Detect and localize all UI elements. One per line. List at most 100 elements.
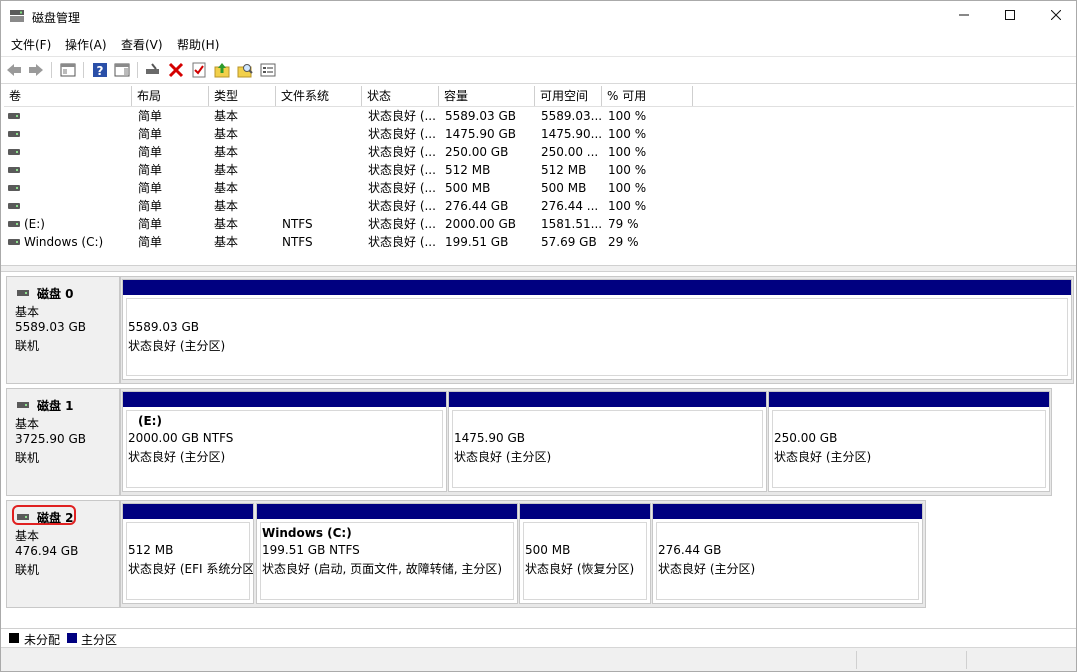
- connect-icon[interactable]: [144, 61, 162, 79]
- cell-free-space: 57.69 GB: [541, 235, 597, 249]
- partition[interactable]: 250.00 GB 状态良好 (主分区): [768, 391, 1050, 492]
- partition-efi[interactable]: 512 MB 状态良好 (EFI 系统分区): [122, 503, 254, 604]
- partition[interactable]: 5589.03 GB 状态良好 (主分区): [122, 279, 1072, 380]
- forward-arrow-icon[interactable]: [27, 61, 45, 79]
- list-header: 卷 布局 类型 文件系统 状态 容量 可用空间 % 可用: [4, 86, 1074, 107]
- cell-capacity: 199.51 GB: [445, 235, 509, 249]
- disk-map: 磁盘 0 基本 5589.03 GB 联机 5589.03 GB 状态良好 (主…: [4, 273, 1074, 625]
- disk-size: 5589.03 GB: [15, 320, 86, 334]
- partition-status: 状态良好 (恢复分区): [525, 562, 635, 576]
- table-row[interactable]: 简单 基本 状态良好 (... 250.00 GB 250.00 ... 100 %: [4, 143, 1074, 161]
- close-button[interactable]: [1033, 1, 1076, 32]
- cell-free-space: 276.44 ...: [541, 199, 599, 213]
- menu-bar: 文件(F) 操作(A) 查看(V) 帮助(H): [1, 33, 1076, 55]
- column-header-filesystem[interactable]: 文件系统: [276, 86, 362, 106]
- cell-percent-free: 100 %: [608, 181, 647, 195]
- partition[interactable]: 276.44 GB 状态良好 (主分区): [652, 503, 923, 604]
- pane-splitter[interactable]: [1, 265, 1076, 272]
- cell-type: 基本: [214, 235, 239, 249]
- partition-body: [126, 298, 1068, 376]
- column-header-volume[interactable]: 卷: [4, 86, 132, 106]
- help-icon[interactable]: ?: [91, 61, 109, 79]
- check-icon[interactable]: [190, 61, 208, 79]
- console-tree-icon[interactable]: [59, 61, 77, 79]
- cell-type: 基本: [214, 109, 239, 123]
- cell-filesystem: [282, 107, 362, 125]
- column-header-free-space[interactable]: 可用空间: [535, 86, 602, 106]
- column-header-layout[interactable]: 布局: [132, 86, 209, 106]
- cell-capacity: 250.00 GB: [445, 145, 509, 159]
- disk-1-label[interactable]: 磁盘 1 基本 3725.90 GB 联机: [6, 388, 120, 496]
- disk-icon: [17, 514, 29, 520]
- menu-view[interactable]: 查看(V): [121, 36, 163, 53]
- cell-status: 状态良好 (...: [368, 217, 436, 231]
- table-row[interactable]: Windows (C:) 简单 基本 NTFS 状态良好 (... 199.51 GB 57…: [4, 233, 1074, 251]
- cell-filesystem: NTFS: [282, 217, 313, 231]
- partition[interactable]: 1475.90 GB 状态良好 (主分区): [448, 391, 767, 492]
- table-row[interactable]: 简单 基本 状态良好 (... 276.44 GB 276.44 ... 100 %: [4, 197, 1074, 215]
- partition-recovery[interactable]: 500 MB 状态良好 (恢复分区): [519, 503, 651, 604]
- partition-c[interactable]: Windows (C:) 199.51 GB NTFS 状态良好 (启动, 页面…: [256, 503, 518, 604]
- cell-status: 状态良好 (...: [368, 163, 436, 177]
- menu-help[interactable]: 帮助(H): [177, 36, 219, 53]
- primary-partition-bar: [123, 280, 1071, 295]
- disk-icon: [17, 290, 29, 296]
- primary-partition-bar: [769, 392, 1049, 407]
- title-bar: 磁盘管理: [1, 1, 1076, 32]
- disk-icon: [17, 402, 29, 408]
- menu-action[interactable]: 操作(A): [65, 36, 107, 53]
- search-folder-icon[interactable]: [236, 61, 254, 79]
- partition-status: 状态良好 (主分区): [128, 450, 226, 464]
- column-header-type[interactable]: 类型: [209, 86, 276, 106]
- cell-free-space: 500 MB: [541, 181, 587, 195]
- cell-capacity: 2000.00 GB: [445, 217, 516, 231]
- partition-size: 1475.90 GB: [454, 431, 525, 445]
- partition-e[interactable]: (E:) 2000.00 GB NTFS 状态良好 (主分区): [122, 391, 447, 492]
- volume-icon: [8, 239, 20, 245]
- disk-2-label[interactable]: 磁盘 2 基本 476.94 GB 联机: [6, 500, 120, 608]
- svg-text:?: ?: [97, 64, 104, 78]
- table-row[interactable]: 简单 基本 状态良好 (... 512 MB 512 MB 100 %: [4, 161, 1074, 179]
- disk-type: 基本: [15, 305, 40, 319]
- cell-layout: 简单: [138, 163, 163, 177]
- maximize-button[interactable]: [987, 1, 1033, 32]
- cell-layout: 简单: [138, 199, 163, 213]
- cell-volume: [24, 179, 132, 197]
- volume-icon: [8, 221, 20, 227]
- minimize-button[interactable]: [941, 1, 987, 32]
- volume-icon: [8, 203, 20, 209]
- volume-icon: [8, 131, 20, 137]
- menu-file[interactable]: 文件(F): [11, 36, 51, 53]
- disk-type: 基本: [15, 529, 40, 543]
- cell-volume: [24, 197, 132, 215]
- cell-volume: (E:): [24, 217, 45, 231]
- delete-icon[interactable]: [167, 61, 185, 79]
- disk-state: 联机: [15, 339, 40, 353]
- disk-name: 磁盘 0: [37, 287, 74, 301]
- column-header-status[interactable]: 状态: [362, 86, 439, 106]
- properties-icon[interactable]: [259, 61, 277, 79]
- table-row[interactable]: 简单 基本 状态良好 (... 5589.03 GB 5589.03... 100 %: [4, 107, 1074, 125]
- legend-label-primary: 主分区: [81, 633, 118, 647]
- cell-capacity: 5589.03 GB: [445, 109, 516, 123]
- column-header-percent-free[interactable]: % 可用: [602, 86, 693, 106]
- table-row[interactable]: 简单 基本 状态良好 (... 1475.90 GB 1475.90... 100 %: [4, 125, 1074, 143]
- partition-status: 状态良好 (主分区): [774, 450, 872, 464]
- cell-free-space: 250.00 ...: [541, 145, 599, 159]
- upload-icon[interactable]: [213, 61, 231, 79]
- disk-0-label[interactable]: 磁盘 0 基本 5589.03 GB 联机: [6, 276, 120, 384]
- table-row[interactable]: 简单 基本 状态良好 (... 500 MB 500 MB 100 %: [4, 179, 1074, 197]
- disk-management-window: 磁盘管理 文件(F) 操作(A) 查看(V) 帮助(H) ? 卷 布局 类型 文…: [0, 0, 1077, 672]
- table-row[interactable]: (E:) 简单 基本 NTFS 状态良好 (... 2000.00 GB 1581.51..…: [4, 215, 1074, 233]
- cell-filesystem: [282, 197, 362, 215]
- partition-size: 512 MB: [128, 543, 174, 557]
- cell-capacity: 276.44 GB: [445, 199, 509, 213]
- back-arrow-icon[interactable]: [5, 61, 23, 79]
- action-pane-icon[interactable]: [113, 61, 131, 79]
- partition-label: Windows (C:): [262, 526, 352, 540]
- cell-layout: 简单: [138, 181, 163, 195]
- disk-size: 476.94 GB: [15, 544, 79, 558]
- cell-filesystem: [282, 179, 362, 197]
- toolbar-separator: [83, 62, 84, 78]
- column-header-capacity[interactable]: 容量: [439, 86, 535, 106]
